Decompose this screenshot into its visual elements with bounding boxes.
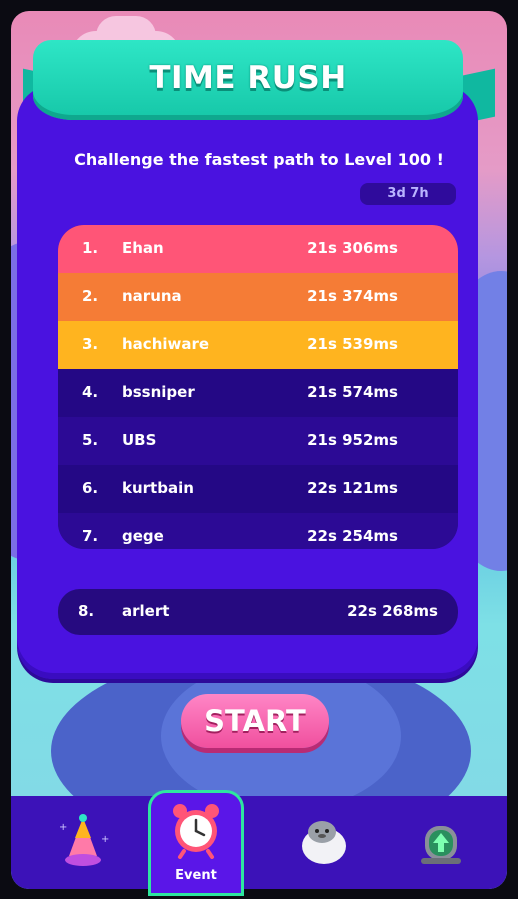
seal-mascot-icon [302,821,346,864]
row-time: 22s 254ms [307,527,398,545]
nav-upgrade-tab[interactable] [391,796,501,889]
row-rank: 2. [82,287,99,305]
row-player-name: UBS [122,431,157,449]
row-player-name: Ehan [122,239,164,257]
leaderboard-row: 6. kurtbain 22s 121ms [58,465,458,513]
row-rank: 3. [82,335,99,353]
nav-event-label: Event [175,868,217,883]
leaderboard-row: 2. naruna 21s 374ms [58,273,458,321]
row-player-name: bssniper [122,383,195,401]
row-time: 21s 539ms [307,335,398,353]
leaderboard-row: 1. Ehan 21s 306ms [58,225,458,273]
upgrade-gravestone-icon [421,826,461,864]
nav-seal-tab[interactable] [276,796,386,889]
event-subtitle: Challenge the fastest path to Level 100 … [74,150,444,169]
row-player-name: naruna [122,287,182,305]
leaderboard-row: 5. UBS 21s 952ms [58,417,458,465]
event-title: TIME RUSH [149,60,347,96]
row-rank: 5. [82,431,99,449]
alarm-clock-icon [173,804,219,859]
row-time: 21s 306ms [307,239,398,257]
event-timer-badge: 3d 7h [360,183,456,205]
my-rank-row: 8. arlert 22s 268ms [58,589,458,635]
svg-text:+: + [59,822,67,833]
row-rank: 7. [82,527,99,545]
my-rank: 8. [78,602,95,620]
row-time: 21s 952ms [307,431,398,449]
row-rank: 1. [82,239,99,257]
nav-party-tab[interactable]: + + [31,796,141,889]
leaderboard-row: 7. gege 22s 254ms [58,513,458,549]
leaderboard-row: 3. hachiware 21s 539ms [58,321,458,369]
party-hat-icon: + + [59,814,109,866]
my-player-name: arlert [122,602,170,620]
row-player-name: kurtbain [122,479,194,497]
row-rank: 6. [82,479,99,497]
row-rank: 4. [82,383,99,401]
leaderboard-row: 4. bssniper 21s 574ms [58,369,458,417]
row-time: 21s 374ms [307,287,398,305]
my-time: 22s 268ms [347,602,438,620]
row-player-name: gege [122,527,164,545]
row-player-name: hachiware [122,335,210,353]
svg-text:+: + [101,834,109,845]
row-time: 22s 121ms [307,479,398,497]
start-button[interactable]: START [181,694,329,748]
bottom-nav: + + [11,796,507,889]
leaderboard[interactable]: 1. Ehan 21s 306ms 2. naruna 21s 374ms 3.… [58,225,458,549]
row-time: 21s 574ms [307,383,398,401]
